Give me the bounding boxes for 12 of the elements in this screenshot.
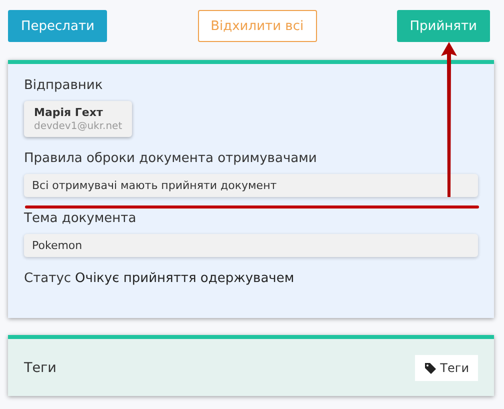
sender-name: Марія Гехт	[34, 106, 104, 119]
status-value: Очікує прийняття одержувачем	[75, 271, 294, 286]
tags-label: Теги	[24, 360, 56, 376]
status-label: Статус	[24, 271, 72, 286]
subject-field[interactable]: Pokemon	[24, 234, 478, 257]
sender-email: devdev1@ukr.net	[34, 121, 122, 132]
rules-field[interactable]: Всі отримувачі мають прийняти документ	[24, 174, 478, 197]
tags-button[interactable]: Теги	[415, 354, 478, 380]
field-label: Тема документа	[24, 211, 138, 226]
field-label: Відправник	[24, 78, 104, 93]
tag-icon	[424, 362, 438, 374]
field-label: Правила оброки документа отримувачами	[24, 151, 318, 166]
